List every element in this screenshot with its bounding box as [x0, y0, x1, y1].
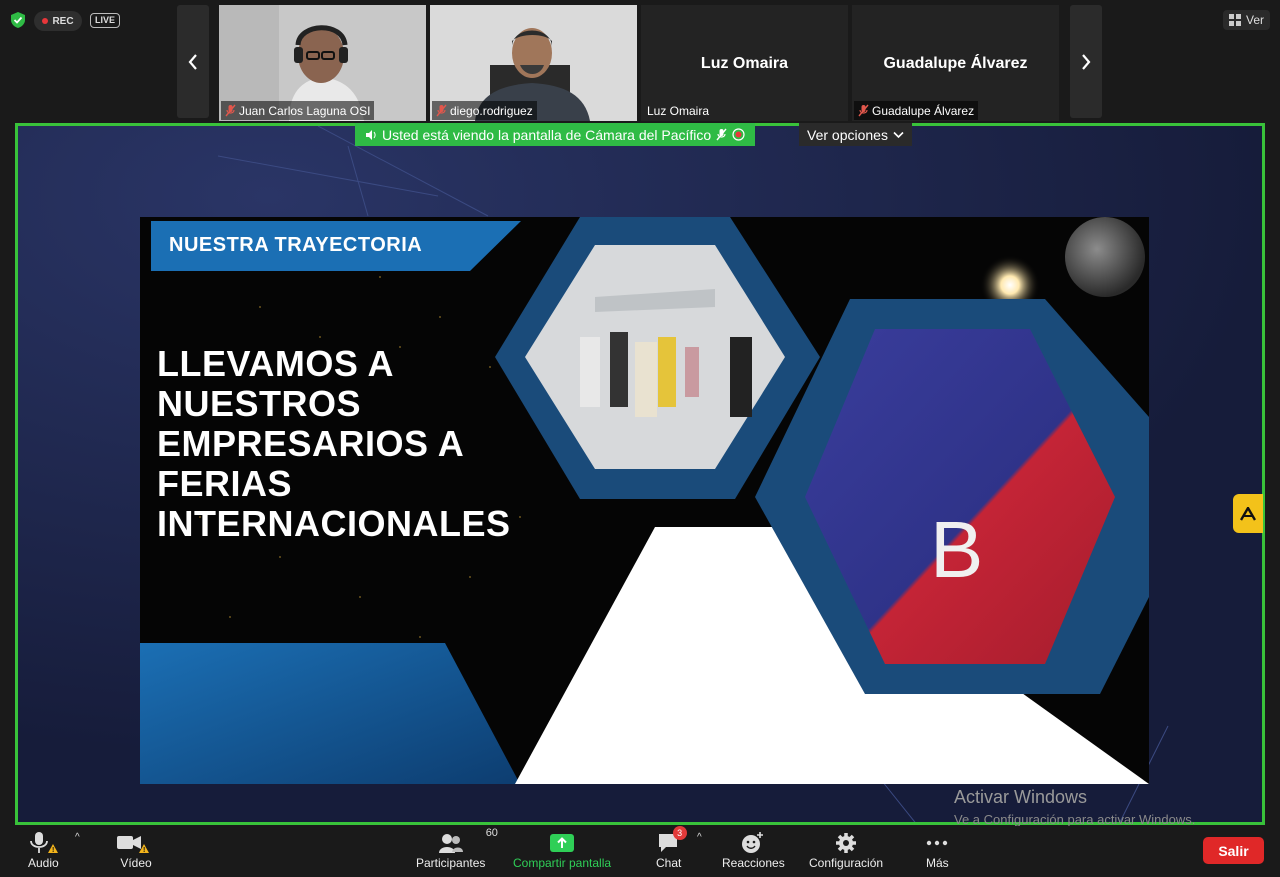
participants-button[interactable]: 60 Participantes: [416, 827, 498, 870]
windows-activation-subtitle: Ve a Configuración para activar Windows.: [954, 812, 1196, 827]
microphone-warning-icon: !: [30, 832, 59, 854]
participants-label: Participantes: [416, 856, 486, 870]
view-options-label: Ver opciones: [807, 126, 888, 143]
slide-line: LLEVAMOS A: [157, 343, 394, 384]
grid-view-icon: [1228, 14, 1241, 26]
chevron-left-icon: [188, 53, 197, 70]
view-label: Ver: [1245, 13, 1264, 27]
settings-label: Configuración: [809, 856, 884, 870]
record-icon: [732, 128, 745, 141]
mic-muted-icon: [436, 104, 447, 117]
shared-screen[interactable]: B NUESTRA TRAYECTORIA LLEVAMOS A NUESTRO…: [15, 123, 1265, 825]
speaker-icon: [366, 129, 376, 140]
participant-tile[interactable]: diego.rodriguez: [430, 5, 637, 121]
reactions-label: Reacciones: [722, 856, 785, 870]
gear-icon: [836, 833, 857, 853]
share-screen-button[interactable]: Compartir pantalla: [513, 830, 611, 870]
slide-line: INTERNACIONALES: [157, 503, 511, 544]
participant-name-label: Guadalupe Álvarez: [854, 101, 979, 120]
mic-muted-icon: [716, 128, 727, 141]
rec-label: REC: [52, 15, 74, 27]
leave-meeting-button[interactable]: Salir: [1203, 837, 1264, 864]
chat-label: Chat: [656, 856, 682, 870]
banner-text: Usted está viendo la pantalla de Cámara …: [382, 126, 712, 143]
svg-text:!: !: [143, 847, 145, 854]
participant-display-name: Luz Omaira: [700, 55, 789, 72]
video-button[interactable]: ! Vídeo: [116, 830, 156, 870]
shield-icon[interactable]: [9, 11, 27, 29]
participant-name: Luz Omaira: [647, 103, 710, 118]
previous-participants-button[interactable]: [177, 5, 209, 118]
participant-tile[interactable]: Guadalupe Álvarez Guadalupe Álvarez: [852, 5, 1059, 121]
video-label: Vídeo: [120, 856, 152, 870]
mic-muted-icon: [225, 104, 236, 117]
participant-name: Guadalupe Álvarez: [872, 103, 975, 118]
participants-icon: [438, 834, 463, 853]
settings-button[interactable]: Configuración: [809, 830, 883, 870]
reactions-button[interactable]: Reacciones: [722, 830, 785, 870]
chat-options-caret-icon[interactable]: ^: [697, 832, 702, 843]
top-bar: REC LIVE Juan Carlos Laguna OSI diego.ro…: [0, 0, 1280, 122]
participants-count: 60: [485, 827, 498, 839]
audio-label: Audio: [28, 856, 59, 870]
sign-letter: B: [930, 505, 983, 594]
more-button[interactable]: Más: [926, 830, 949, 870]
participant-name: diego.rodriguez: [450, 103, 533, 118]
chevron-right-icon: [1082, 53, 1091, 70]
audio-options-caret-icon[interactable]: ^: [75, 832, 80, 843]
mic-muted-icon: [858, 104, 869, 117]
participant-name-label: Juan Carlos Laguna OSI: [221, 101, 375, 120]
view-options-button[interactable]: Ver opciones: [799, 123, 912, 146]
slide-body-text: LLEVAMOS A NUESTROS EMPRESARIOS A FERIAS…: [157, 344, 537, 544]
app-logo-icon: [1240, 506, 1256, 521]
smiley-add-icon: [742, 832, 764, 853]
side-app-button[interactable]: [1233, 494, 1263, 533]
next-participants-button[interactable]: [1070, 5, 1102, 118]
meeting-toolbar: ! Audio ^ ! Vídeo 60 Participantes Compa…: [0, 826, 1280, 877]
share-screen-icon: [550, 834, 575, 852]
participant-name-label: Luz Omaira: [643, 101, 713, 120]
more-label: Más: [926, 856, 949, 870]
view-button[interactable]: Ver: [1222, 10, 1270, 30]
chat-button[interactable]: 3 Chat: [656, 826, 687, 870]
slide-title: NUESTRA TRAYECTORIA: [169, 234, 423, 256]
presentation-slide: B NUESTRA TRAYECTORIA LLEVAMOS A NUESTRO…: [140, 217, 1149, 784]
more-dots-icon: [927, 840, 948, 846]
slide-line: NUESTROS: [157, 383, 362, 424]
live-badge[interactable]: LIVE: [90, 13, 121, 28]
record-dot-icon: [42, 18, 49, 24]
chevron-down-icon: [893, 131, 904, 138]
share-screen-label: Compartir pantalla: [513, 856, 612, 870]
chat-unread-count: 3: [672, 826, 687, 840]
participant-name: Juan Carlos Laguna OSI: [239, 103, 371, 118]
viewing-share-banner: Usted está viendo la pantalla de Cámara …: [355, 123, 756, 146]
svg-text:!: !: [52, 847, 54, 854]
audio-button[interactable]: ! Audio: [28, 830, 59, 870]
windows-activation-title: Activar Windows: [954, 787, 1088, 807]
participant-name-label: diego.rodriguez: [432, 101, 537, 120]
recording-indicator[interactable]: REC: [34, 11, 82, 31]
slide-line: EMPRESARIOS A: [157, 423, 465, 464]
participant-tile[interactable]: Juan Carlos Laguna OSI: [219, 5, 426, 121]
slide-line: FERIAS: [157, 463, 293, 504]
camera-warning-icon: !: [117, 836, 149, 854]
participant-display-name: Guadalupe Álvarez: [883, 55, 1028, 72]
participant-tile[interactable]: Luz Omaira Luz Omaira: [641, 5, 848, 121]
